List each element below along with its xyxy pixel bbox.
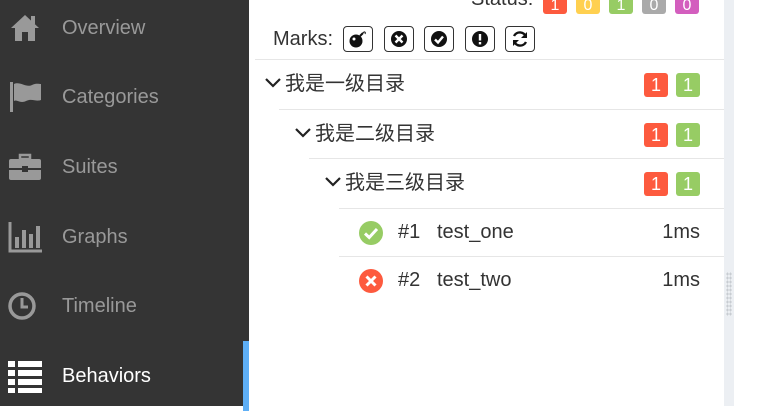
details-pane bbox=[734, 0, 776, 406]
test-name: test_one bbox=[437, 221, 514, 243]
passed-count-badge: 1 bbox=[676, 123, 700, 147]
bar-chart-icon bbox=[8, 220, 42, 254]
mark-new-broken-button[interactable] bbox=[465, 26, 495, 52]
clock-icon bbox=[8, 289, 42, 323]
failed-count-badge: 1 bbox=[644, 73, 668, 97]
chevron-down-icon bbox=[263, 73, 283, 93]
group-name: 我是二级目录 bbox=[315, 123, 435, 145]
test-duration: 1ms bbox=[662, 269, 700, 291]
sidebar-item-label: Suites bbox=[62, 156, 118, 178]
home-icon bbox=[8, 11, 42, 45]
sidebar-item-label: Graphs bbox=[62, 226, 128, 248]
test-number: #1 bbox=[398, 221, 421, 243]
status-passed-toggle[interactable]: 1 bbox=[609, 0, 633, 14]
drag-handle[interactable] bbox=[726, 272, 732, 316]
failed-count-badge: 1 bbox=[644, 123, 668, 147]
status-skipped-toggle[interactable]: 0 bbox=[642, 0, 666, 14]
test-row-2[interactable]: #2 test_two 1ms bbox=[339, 256, 724, 304]
sidebar-item-label: Overview bbox=[62, 17, 146, 39]
sidebar-item-timeline[interactable]: Timeline bbox=[0, 271, 249, 341]
sidebar-item-label: Timeline bbox=[62, 295, 137, 317]
status-failed-toggle[interactable]: 1 bbox=[543, 0, 567, 14]
sidebar-item-suites[interactable]: Suites bbox=[0, 132, 249, 202]
group-name: 我是三级目录 bbox=[345, 172, 465, 194]
test-name: test_two bbox=[437, 269, 512, 291]
briefcase-icon bbox=[8, 150, 42, 184]
sidebar-item-behaviors[interactable]: Behaviors bbox=[0, 341, 249, 411]
sidebar-item-overview[interactable]: Overview bbox=[0, 0, 249, 63]
tree-group-level3[interactable]: 我是三级目录 1 1 bbox=[323, 158, 724, 208]
status-filter: Status: 1 0 1 0 0 bbox=[249, 0, 724, 18]
check-circle-icon bbox=[358, 220, 384, 246]
pane-splitter[interactable] bbox=[724, 0, 734, 406]
list-icon bbox=[8, 359, 42, 393]
tree-group-level1[interactable]: 我是一级目录 1 1 bbox=[263, 59, 724, 109]
group-name: 我是一级目录 bbox=[285, 73, 405, 95]
status-label: Status: bbox=[471, 0, 533, 11]
mark-retries-button[interactable] bbox=[505, 26, 535, 52]
sidebar-item-label: Behaviors bbox=[62, 365, 151, 387]
tree-group-level2[interactable]: 我是二级目录 1 1 bbox=[293, 109, 724, 159]
chevron-down-icon bbox=[293, 123, 313, 143]
test-number: #2 bbox=[398, 269, 421, 291]
close-circle-icon bbox=[358, 268, 384, 294]
behaviors-tree-pane: Status: 1 0 1 0 0 Marks: 我是一级目录 1 1 bbox=[249, 0, 724, 406]
sidebar-item-graphs[interactable]: Graphs bbox=[0, 202, 249, 272]
mark-new-failed-button[interactable] bbox=[384, 26, 414, 52]
mark-new-passed-button[interactable] bbox=[424, 26, 454, 52]
flag-icon bbox=[8, 80, 42, 114]
mark-flaky-button[interactable] bbox=[343, 26, 373, 52]
sidebar: Overview Categories Suites Graphs Timeli… bbox=[0, 0, 249, 411]
test-duration: 1ms bbox=[662, 221, 700, 243]
passed-count-badge: 1 bbox=[676, 73, 700, 97]
failed-count-badge: 1 bbox=[644, 172, 668, 196]
test-row-1[interactable]: #1 test_one 1ms bbox=[339, 208, 724, 256]
sidebar-item-categories[interactable]: Categories bbox=[0, 62, 249, 132]
passed-count-badge: 1 bbox=[676, 172, 700, 196]
status-unknown-toggle[interactable]: 0 bbox=[675, 0, 699, 14]
status-broken-toggle[interactable]: 0 bbox=[576, 0, 600, 14]
chevron-down-icon bbox=[323, 172, 343, 192]
sidebar-item-label: Categories bbox=[62, 86, 159, 108]
marks-label: Marks: bbox=[273, 28, 333, 50]
